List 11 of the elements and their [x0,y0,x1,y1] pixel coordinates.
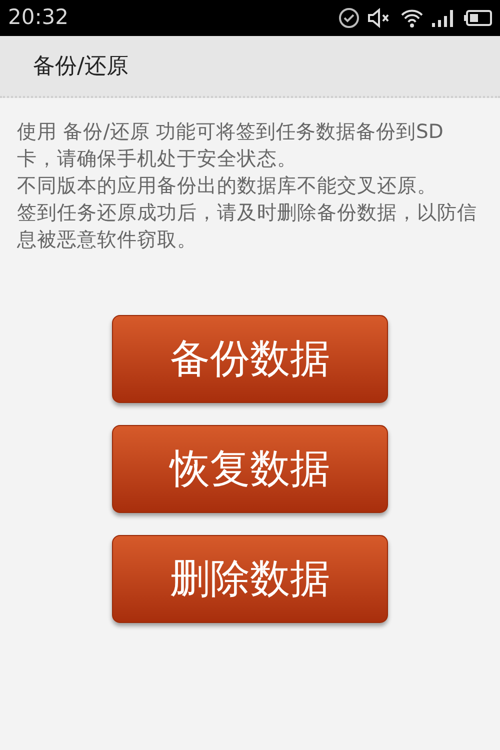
action-button[interactable]: 恢复数据 [112,425,388,513]
check-circle-icon [338,7,360,29]
notice-text: 不同版本的应用备份出的数据库不能交叉还原。 [17,173,438,199]
status-time: 20:32 [8,4,69,32]
notice-text: 使用 备份/还原 功能可将签到任务数据备份到SD卡，请确保手机处于安全状态。 [17,119,444,172]
battery-icon [464,10,492,26]
wifi-icon [400,8,424,28]
notice-text: 签到任务还原成功后，请及时删除备份数据，以防信息被恶意软件窃取。 [17,200,478,253]
screen-title: 备份/还原 [33,52,128,80]
action-button[interactable]: 删除数据 [112,535,388,623]
action-button[interactable]: 备份数据 [112,315,388,403]
